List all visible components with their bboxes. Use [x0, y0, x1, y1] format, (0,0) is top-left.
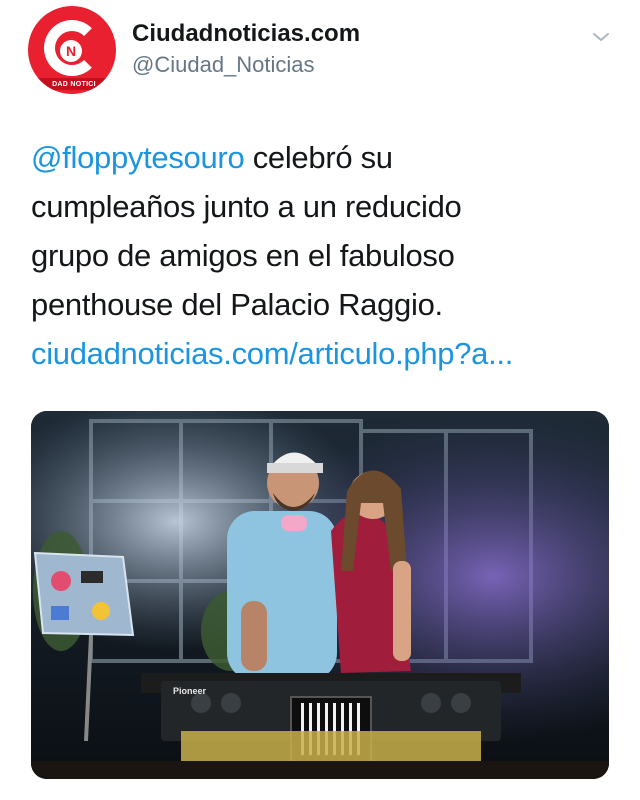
tweet-text: @floppytesouro celebró su cumpleaños jun… — [31, 134, 616, 379]
tweet-text-line-2: cumpleaños junto a un reducido — [31, 188, 462, 224]
tweet-card: N DAD NOTICI Ciudadnoticias.com @Ciudad_… — [0, 0, 640, 800]
tweet-text-fragment: celebró su — [244, 140, 393, 175]
tweet-text-line-4: penthouse del Palacio Raggio. — [31, 286, 443, 322]
mention-link[interactable]: @floppytesouro — [31, 140, 245, 175]
display-name[interactable]: Ciudadnoticias.com — [132, 20, 360, 48]
photo-illustration: Pioneer — [31, 411, 609, 779]
tweet-text-line-1: @floppytesouro celebró su — [31, 134, 616, 183]
tweet-text-line-3: grupo de amigos en el fabuloso — [31, 237, 455, 273]
avatar[interactable]: N DAD NOTICI — [28, 6, 116, 94]
user-handle[interactable]: @Ciudad_Noticias — [132, 52, 315, 78]
tweet-photo[interactable]: Pioneer — [31, 411, 609, 779]
article-link[interactable]: ciudadnoticias.com/articulo.php?a... — [31, 330, 616, 379]
pioneer-logo: Pioneer — [173, 686, 207, 696]
chevron-down-icon[interactable] — [590, 26, 612, 48]
avatar-logo-ribbon: DAD NOTICI — [34, 78, 114, 90]
avatar-logo-letter: N — [60, 40, 82, 62]
